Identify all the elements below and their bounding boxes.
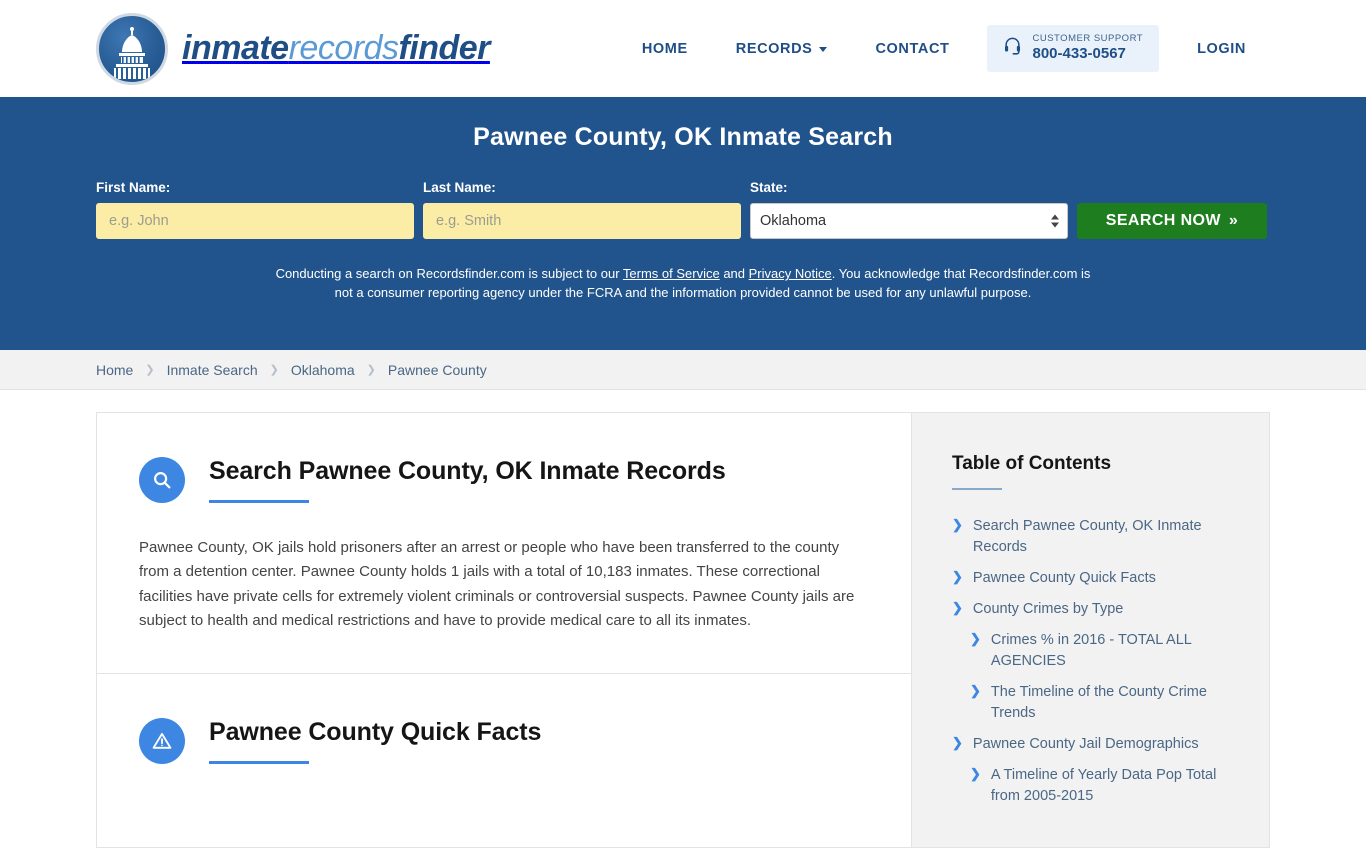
section-underline bbox=[209, 500, 309, 503]
logo-text-records: records bbox=[288, 29, 399, 67]
toc-item[interactable]: ❯ Pawnee County Jail Demographics bbox=[952, 734, 1235, 755]
nav-home[interactable]: HOME bbox=[618, 41, 712, 57]
first-name-field-group: First Name: bbox=[96, 180, 414, 239]
breadcrumb-item-home[interactable]: Home bbox=[96, 362, 133, 378]
section-search-records: Search Pawnee County, OK Inmate Records … bbox=[97, 413, 911, 675]
page-title: Pawnee County, OK Inmate Search bbox=[473, 123, 893, 151]
nav-contact-label: CONTACT bbox=[875, 40, 950, 57]
logo-text-inmate: inmate bbox=[182, 29, 289, 67]
support-phone: 800-433-0567 bbox=[1032, 45, 1126, 63]
table-of-contents: Table of Contents ❯ Search Pawnee County… bbox=[911, 412, 1270, 848]
section-title: Search Pawnee County, OK Inmate Records bbox=[209, 457, 726, 485]
state-select[interactable]: Oklahoma bbox=[750, 203, 1068, 239]
first-name-input[interactable] bbox=[96, 203, 414, 239]
double-chevron-right-icon: » bbox=[1228, 212, 1239, 229]
logo-text-finder: finder bbox=[398, 29, 490, 67]
site-header: inmaterecordsfinder HOME RECORDS CONTACT bbox=[0, 0, 1366, 97]
toc-link[interactable]: Pawnee County Quick Facts bbox=[973, 568, 1156, 589]
support-title: CUSTOMER SUPPORT bbox=[1032, 33, 1144, 45]
nav-home-label: HOME bbox=[641, 40, 688, 57]
support-text: CUSTOMER SUPPORT 800-433-0567 bbox=[1032, 33, 1144, 63]
inmate-search-form: First Name: Last Name: State: Oklahoma S… bbox=[96, 180, 1270, 239]
toc-item[interactable]: ❯ The Timeline of the County Crime Trend… bbox=[952, 682, 1235, 724]
section-title-wrap: Pawnee County Quick Facts bbox=[209, 716, 542, 765]
toc-item[interactable]: ❯ Pawnee County Quick Facts bbox=[952, 568, 1235, 589]
chevron-right-icon: ❯ bbox=[970, 631, 981, 647]
alert-triangle-icon bbox=[139, 718, 185, 765]
hero-search-panel: Pawnee County, OK Inmate Search First Na… bbox=[0, 97, 1366, 350]
last-name-input[interactable] bbox=[423, 203, 741, 239]
chevron-right-icon: ❯ bbox=[952, 569, 963, 585]
breadcrumb-item-current: Pawnee County bbox=[387, 361, 487, 378]
toc-item[interactable]: ❯ Crimes % in 2016 - TOTAL ALL AGENCIES bbox=[952, 630, 1235, 672]
nav-login-label: LOGIN bbox=[1197, 40, 1246, 57]
breadcrumb: Home ❯ Inmate Search ❯ Oklahoma ❯ Pawnee… bbox=[0, 350, 1366, 390]
nav-login[interactable]: LOGIN bbox=[1173, 41, 1270, 57]
toc-link[interactable]: A Timeline of Yearly Data Pop Total from… bbox=[991, 765, 1235, 807]
chevron-right-icon: ❯ bbox=[952, 517, 963, 532]
toc-item[interactable]: ❯ A Timeline of Yearly Data Pop Total fr… bbox=[952, 765, 1235, 807]
section-header: Pawnee County Quick Facts bbox=[139, 716, 869, 765]
main-navigation: HOME RECORDS CONTACT CUSTOMER SUPPORT 80… bbox=[618, 0, 1270, 97]
toc-link[interactable]: Search Pawnee County, OK Inmate Records bbox=[973, 516, 1235, 558]
breadcrumb-separator-icon: ❯ bbox=[145, 364, 155, 376]
search-disclaimer: Conducting a search on Recordsfinder.com… bbox=[268, 265, 1098, 303]
main-content: Search Pawnee County, OK Inmate Records … bbox=[96, 412, 911, 848]
search-icon bbox=[139, 457, 185, 503]
nav-contact[interactable]: CONTACT bbox=[851, 41, 973, 57]
terms-of-service-link[interactable]: Terms of Service bbox=[623, 266, 720, 281]
state-label: State: bbox=[750, 180, 788, 195]
nav-records[interactable]: RECORDS bbox=[712, 41, 852, 57]
site-logo[interactable]: inmaterecordsfinder bbox=[96, 12, 490, 85]
toc-link[interactable]: County Crimes by Type bbox=[973, 599, 1123, 620]
toc-item[interactable]: ❯ County Crimes by Type bbox=[952, 599, 1235, 620]
chevron-down-icon bbox=[819, 47, 828, 52]
toc-link[interactable]: Crimes % in 2016 - TOTAL ALL AGENCIES bbox=[991, 630, 1235, 672]
toc-link[interactable]: The Timeline of the County Crime Trends bbox=[991, 682, 1235, 724]
breadcrumb-separator-icon: ❯ bbox=[269, 364, 279, 376]
toc-underline bbox=[952, 488, 1002, 490]
breadcrumb-separator-icon: ❯ bbox=[366, 364, 376, 376]
logo-wordmark: inmaterecordsfinder bbox=[182, 29, 490, 68]
breadcrumb-item-inmate-search[interactable]: Inmate Search bbox=[167, 362, 258, 378]
chevron-right-icon: ❯ bbox=[952, 735, 963, 751]
search-now-label: SEARCH NOW bbox=[1105, 212, 1221, 229]
last-name-label: Last Name: bbox=[423, 180, 496, 195]
state-select-shell: Oklahoma bbox=[750, 203, 1068, 239]
nav-records-label: RECORDS bbox=[735, 40, 813, 57]
section-title-wrap: Search Pawnee County, OK Inmate Records bbox=[209, 455, 726, 503]
section-body-text: Pawnee County, OK jails hold prisoners a… bbox=[139, 539, 855, 629]
first-name-label: First Name: bbox=[96, 180, 171, 195]
section-underline bbox=[209, 761, 309, 765]
toc-list: ❯ Search Pawnee County, OK Inmate Record… bbox=[952, 516, 1235, 807]
toc-title: Table of Contents bbox=[952, 453, 1112, 474]
capitol-dome-icon bbox=[96, 12, 168, 85]
chevron-right-icon: ❯ bbox=[952, 600, 963, 616]
chevron-right-icon: ❯ bbox=[970, 683, 981, 699]
toc-item[interactable]: ❯ Search Pawnee County, OK Inmate Record… bbox=[952, 516, 1235, 558]
disclaimer-part-2: and bbox=[719, 266, 749, 281]
section-title: Pawnee County Quick Facts bbox=[209, 718, 542, 747]
last-name-field-group: Last Name: bbox=[423, 180, 741, 239]
page-body: Search Pawnee County, OK Inmate Records … bbox=[0, 390, 1366, 848]
breadcrumb-item-oklahoma[interactable]: Oklahoma bbox=[291, 362, 355, 378]
disclaimer-part-1: Conducting a search on Recordsfinder.com… bbox=[275, 266, 623, 281]
headset-icon bbox=[1003, 36, 1022, 60]
privacy-notice-link[interactable]: Privacy Notice bbox=[749, 266, 832, 281]
search-now-button[interactable]: SEARCH NOW » bbox=[1077, 203, 1267, 239]
section-header: Search Pawnee County, OK Inmate Records bbox=[139, 455, 869, 503]
state-field-group: State: Oklahoma bbox=[750, 180, 1068, 239]
section-quick-facts: Pawnee County Quick Facts bbox=[97, 674, 911, 804]
toc-link[interactable]: Pawnee County Jail Demographics bbox=[973, 734, 1199, 755]
customer-support-box[interactable]: CUSTOMER SUPPORT 800-433-0567 bbox=[987, 25, 1160, 72]
